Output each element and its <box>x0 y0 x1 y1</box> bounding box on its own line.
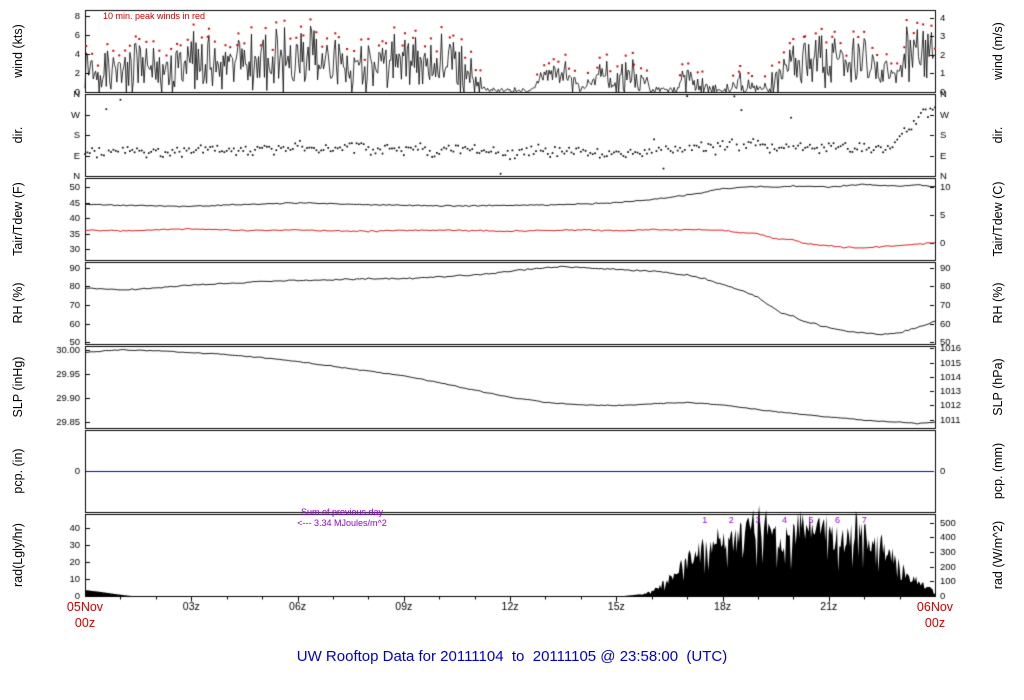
x-start-date: 05Nov <box>66 600 104 614</box>
x-end-hour: 00z <box>924 616 946 630</box>
peak-wind-annotation: 10 min. peak winds in red <box>103 11 206 21</box>
x-end-date: 06Nov <box>916 600 954 614</box>
axis-label-right-rad: rad (W/m^2) <box>991 520 1005 590</box>
chart-title: UW Rooftop Data for 20111104 to 20111105… <box>296 648 728 665</box>
rad-sum-annotation: Sum of previous day <--- 3.34 MJoules/m^… <box>262 507 422 529</box>
rad-sum-line1: Sum of previous day <box>300 507 384 517</box>
meteogram-canvas <box>0 0 1024 700</box>
rad-sum-line2: <--- 3.34 MJoules/m^2 <box>297 518 387 528</box>
axis-label-left-rad: rad(Lgly/hr) <box>11 523 25 587</box>
meteogram: wind (kts) dir. Tair/Tdew (F) RH (%) SLP… <box>0 0 1024 700</box>
x-start-hour: 00z <box>74 616 96 630</box>
